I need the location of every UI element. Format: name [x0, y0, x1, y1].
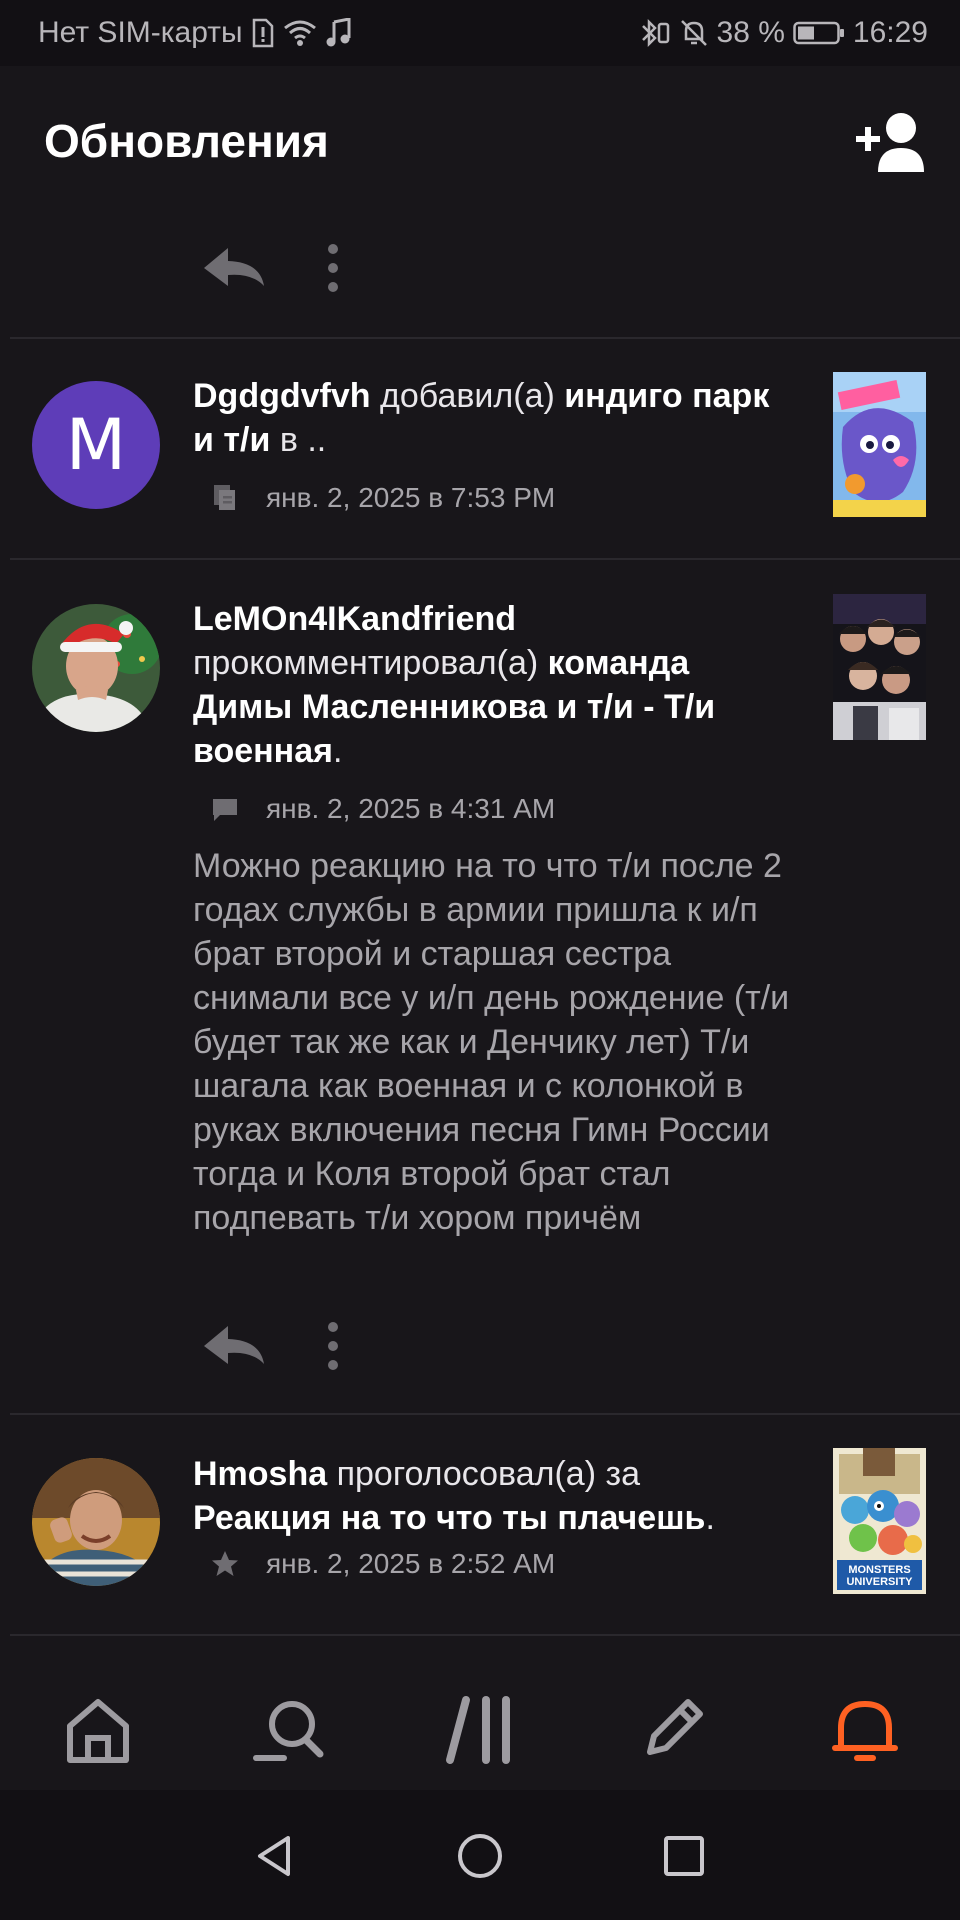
clock: 16:29 [852, 16, 928, 49]
comment-icon [210, 794, 240, 824]
back-button[interactable] [250, 1832, 298, 1880]
updates-feed: M Dgdgdvfvh добавил(а) индиго парк и т/и… [0, 216, 960, 1636]
action-text: добавил(а) [380, 377, 555, 415]
avatar[interactable] [32, 604, 160, 732]
nav-library[interactable] [440, 1690, 520, 1770]
item-text: Dgdgdvfvh добавил(а) индиго парк и т/и в… [193, 374, 783, 462]
system-navigation [0, 1790, 960, 1920]
star-icon [210, 1549, 240, 1579]
user-photo [32, 1458, 160, 1586]
story-cover[interactable]: MONSTERS UNIVERSITY [833, 1448, 926, 1594]
divider [10, 337, 960, 339]
carrier-label: Нет SIM-карты [38, 16, 243, 49]
notifications-icon [832, 1701, 898, 1761]
story-cover[interactable] [833, 372, 926, 517]
action-text: прокомментировал(а) [193, 644, 539, 682]
item-meta: янв. 2, 2025 в 7:53 PM [210, 482, 555, 514]
page-title: Обновления [44, 115, 329, 167]
sim-missing-icon [251, 18, 275, 48]
nav-home[interactable] [58, 1690, 138, 1770]
home-icon [67, 1699, 129, 1763]
indigo-park-cover-image [833, 372, 926, 517]
more-options-button[interactable] [323, 242, 343, 294]
divider [10, 1413, 960, 1415]
comment-text[interactable]: Можно реакцию на то что т/и после 2 года… [193, 844, 793, 1240]
action-text: проголосовал(а) за [336, 1455, 640, 1493]
wifi-icon [283, 19, 317, 47]
user-name[interactable]: LeMOn4IKandfriend [193, 600, 516, 638]
user-photo [32, 604, 160, 732]
music-note-icon [325, 18, 351, 48]
add-user-button[interactable] [854, 110, 930, 174]
back-triangle-icon [258, 1836, 290, 1876]
more-vertical-icon [328, 1322, 338, 1370]
add-user-icon [856, 113, 924, 172]
action-suffix: . [705, 1499, 715, 1537]
home-circle-icon [458, 1834, 502, 1878]
reply-button[interactable] [200, 242, 270, 292]
battery-percent: 38 % [716, 16, 785, 49]
status-bar: Нет SIM-карты 38 % 16:29 [0, 0, 960, 66]
item-meta: янв. 2, 2025 в 4:31 AM [210, 793, 555, 825]
item-date: янв. 2, 2025 в 7:53 PM [266, 482, 556, 513]
thumb-caption: MONSTERS UNIVERSITY [846, 1564, 913, 1588]
item-meta: янв. 2, 2025 в 2:52 AM [210, 1548, 555, 1580]
nav-write[interactable] [632, 1690, 712, 1770]
more-vertical-icon [328, 244, 338, 292]
story-cover[interactable] [833, 594, 926, 740]
item-text: Hmosha проголосовал(а) за Реакция на то … [193, 1452, 783, 1540]
nav-search[interactable] [248, 1690, 328, 1770]
battery-icon [793, 20, 845, 46]
recents-square-icon [664, 1836, 704, 1876]
user-name[interactable]: Hmosha [193, 1455, 327, 1493]
mute-bell-icon [679, 18, 709, 48]
group-photo-cover-image [833, 594, 926, 740]
reply-button[interactable] [200, 1320, 270, 1370]
user-name[interactable]: Dgdgdvfvh [193, 377, 371, 415]
more-options-button[interactable] [323, 1320, 343, 1372]
nav-notifications[interactable] [825, 1690, 905, 1770]
story-title[interactable]: Реакция на то что ты плачешь [193, 1499, 705, 1537]
write-icon [647, 1699, 703, 1755]
search-icon [253, 1701, 324, 1761]
library-icon [446, 1696, 510, 1764]
bottom-navigation [0, 1636, 960, 1790]
item-text: LeMOn4IKandfriend прокомментировал(а) ко… [193, 597, 783, 773]
reply-icon [204, 1326, 264, 1364]
item-date: янв. 2, 2025 в 4:31 AM [266, 793, 556, 824]
reply-icon [204, 248, 264, 286]
app-header: Обновления [0, 66, 960, 216]
avatar-letter: M [65, 404, 127, 486]
home-system-button[interactable] [456, 1832, 504, 1880]
bluetooth-vibrate-icon [639, 18, 671, 48]
recents-button[interactable] [660, 1832, 708, 1880]
divider [10, 558, 960, 560]
avatar[interactable]: M [32, 381, 160, 509]
avatar[interactable] [32, 1458, 160, 1586]
action-suffix: в .. [279, 421, 327, 459]
item-date: янв. 2, 2025 в 2:52 AM [266, 1548, 556, 1579]
action-suffix: . [332, 732, 343, 770]
reading-list-icon [210, 483, 240, 513]
